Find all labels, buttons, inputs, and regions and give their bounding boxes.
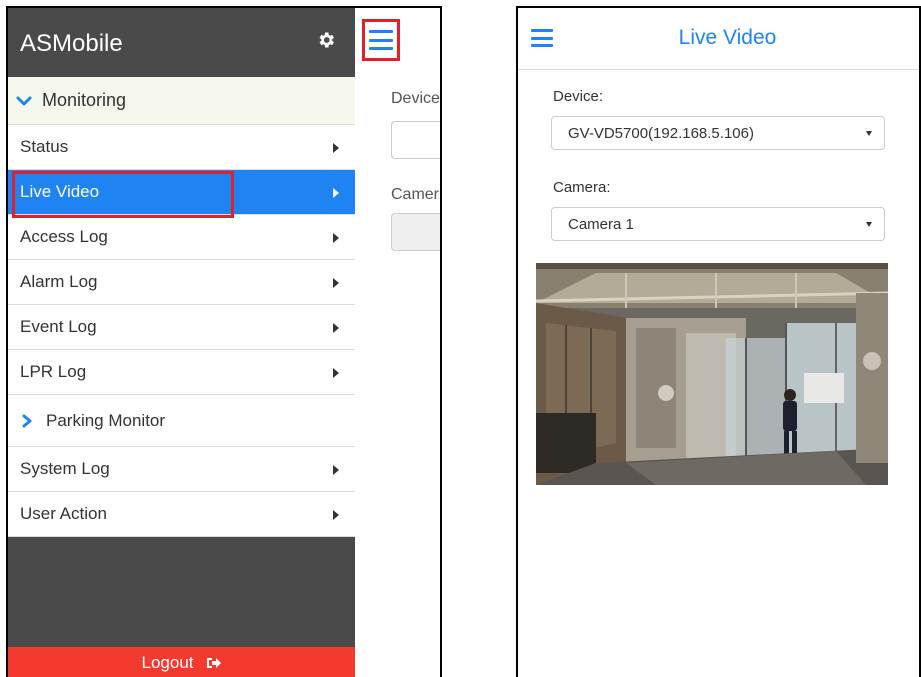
hamburger-menu-button[interactable] xyxy=(362,19,400,61)
hamburger-icon xyxy=(369,30,393,50)
menu-item-label: Live Video xyxy=(20,182,100,201)
dropdown-arrow-icon xyxy=(866,131,872,136)
camera-label-partial: Camer xyxy=(391,186,440,203)
camera-select-partial[interactable] xyxy=(391,213,440,251)
menu-item-access-log[interactable]: Access Log xyxy=(8,215,355,260)
live-video-header: Live Video xyxy=(518,8,919,70)
camera-label: Camera: xyxy=(553,179,611,196)
logout-button[interactable]: Logout xyxy=(8,647,355,677)
app-title: ASMobile xyxy=(20,30,123,57)
monitoring-group-label: Monitoring xyxy=(42,90,127,110)
camera-select[interactable]: Camera 1 xyxy=(551,207,885,241)
caret-right-icon xyxy=(333,510,339,520)
monitoring-group-header[interactable]: Monitoring xyxy=(8,77,355,125)
camera-image xyxy=(536,263,888,485)
menu-item-label: Event Log xyxy=(20,317,97,336)
menu-item-alarm-log[interactable]: Alarm Log xyxy=(8,260,355,305)
device-select[interactable]: GV-VD5700(192.168.5.106) xyxy=(551,116,885,150)
menu-item-label: System Log xyxy=(20,459,110,478)
menu-item-live-video[interactable]: Live Video xyxy=(8,170,355,215)
device-label-partial: Device xyxy=(391,90,440,107)
menu-item-label: Parking Monitor xyxy=(46,410,166,430)
caret-right-icon xyxy=(333,465,339,475)
right-phone-screen: Live Video Device: GV-VD5700(192.168.5.1… xyxy=(516,6,921,677)
menu-item-status[interactable]: Status xyxy=(8,125,355,170)
caret-right-icon xyxy=(333,233,339,243)
caret-right-icon xyxy=(333,188,339,198)
menu-item-label: Alarm Log xyxy=(20,272,98,291)
chevron-right-icon xyxy=(22,414,32,427)
live-video-feed[interactable] xyxy=(536,263,888,485)
logout-label: Logout xyxy=(141,653,194,672)
gear-icon[interactable] xyxy=(316,30,336,50)
menu-item-label: LPR Log xyxy=(20,362,87,381)
dropdown-arrow-icon xyxy=(866,222,872,227)
menu-item-label: User Action xyxy=(20,504,107,523)
menu-item-lpr-log[interactable]: LPR Log xyxy=(8,350,355,395)
chevron-down-icon xyxy=(16,96,32,105)
device-select-partial[interactable] xyxy=(391,121,440,159)
caret-right-icon xyxy=(333,323,339,333)
caret-right-icon xyxy=(333,368,339,378)
caret-right-icon xyxy=(333,278,339,288)
menu-item-parking-monitor[interactable]: Parking Monitor xyxy=(8,395,355,447)
menu-item-system-log[interactable]: System Log xyxy=(8,447,355,492)
obscured-content-strip: Device Camer xyxy=(355,8,440,677)
side-drawer: ASMobile Monitoring Status Live Video Ac… xyxy=(8,8,355,677)
camera-select-value: Camera 1 xyxy=(568,215,634,233)
caret-right-icon xyxy=(333,143,339,153)
menu-item-label: Access Log xyxy=(20,227,108,246)
logout-icon xyxy=(206,658,221,668)
menu-item-user-action[interactable]: User Action xyxy=(8,492,355,537)
menu-item-label: Status xyxy=(20,137,69,156)
device-label: Device: xyxy=(553,88,604,105)
page-title: Live Video xyxy=(678,26,777,49)
device-select-value: GV-VD5700(192.168.5.106) xyxy=(568,124,754,142)
left-phone-screen: ASMobile Monitoring Status Live Video Ac… xyxy=(6,6,442,677)
menu-item-event-log[interactable]: Event Log xyxy=(8,305,355,350)
drawer-header: ASMobile xyxy=(8,8,355,77)
